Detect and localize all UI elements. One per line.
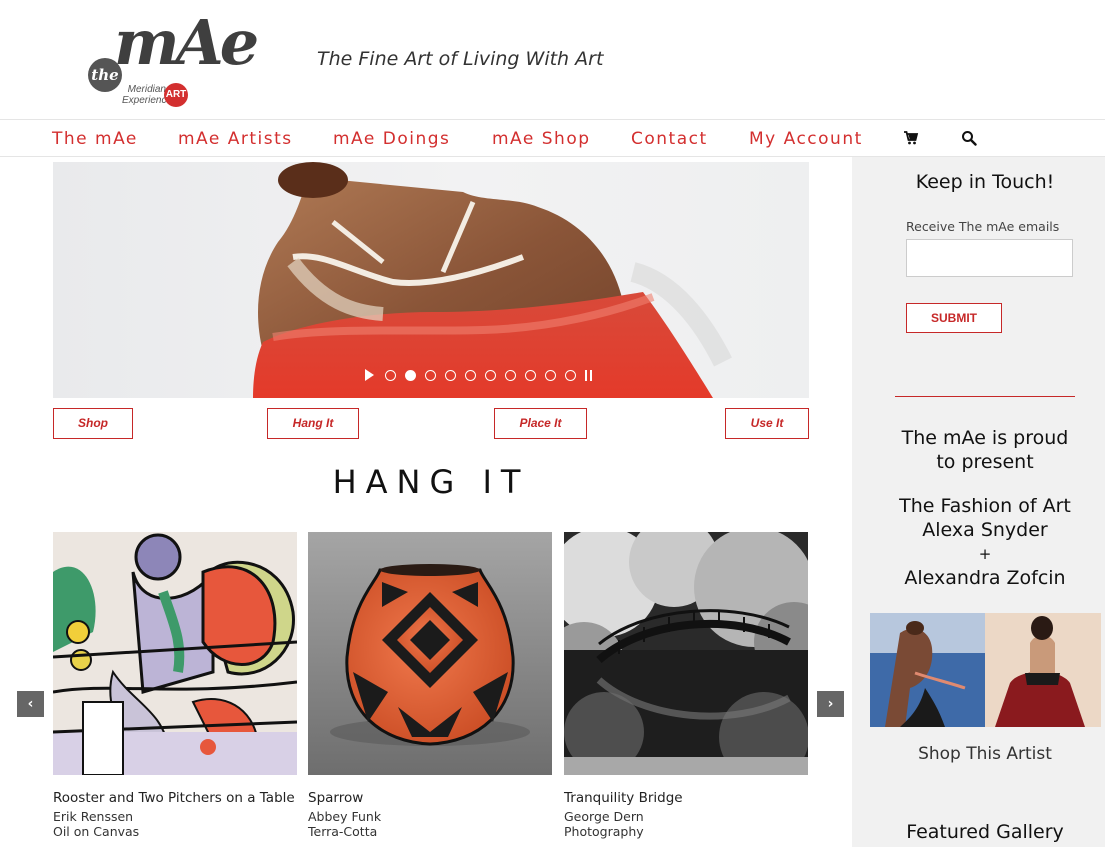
artwork-image[interactable] (564, 532, 808, 775)
logo-mae: mAe (114, 6, 259, 79)
cart-icon[interactable] (903, 130, 919, 146)
sidebar: Keep in Touch! Receive The mAe emails SU… (852, 157, 1105, 847)
hang-it-button[interactable]: Hang It (267, 408, 359, 439)
promo-title: The Fashion of Art (899, 495, 1071, 517)
logo-subtitle: Meridian Experience (122, 84, 172, 106)
email-input[interactable] (906, 239, 1073, 277)
slider-dot[interactable] (565, 369, 576, 381)
promo-line1: The mAe is proud (901, 427, 1069, 449)
slider-dot[interactable] (545, 369, 556, 381)
logo-art-badge: ART (164, 83, 188, 107)
slider-dot[interactable] (385, 369, 396, 381)
place-it-button[interactable]: Place It (494, 408, 587, 439)
promo-artist1: Alexa Snyder (922, 519, 1048, 541)
shop-button[interactable]: Shop (53, 408, 133, 439)
slider-dot[interactable] (465, 369, 476, 381)
artwork-artist: Abbey Funk (308, 809, 382, 824)
nav-item-contact[interactable]: Contact (631, 129, 708, 149)
slider-dot[interactable] (425, 369, 436, 381)
keep-in-touch-heading: Keep in Touch! (915, 171, 1055, 193)
artwork-image[interactable] (308, 532, 552, 775)
submit-button[interactable]: SUBMIT (906, 303, 1002, 333)
artwork-artist: George Dern (564, 809, 644, 824)
artwork-title[interactable]: Sparrow (308, 790, 552, 806)
slider-dot-active[interactable] (405, 369, 416, 381)
hero-painting (253, 162, 732, 398)
shop-this-artist-link[interactable]: Shop This Artist (852, 744, 1105, 764)
slider-dot[interactable] (525, 369, 536, 381)
play-icon[interactable] (365, 369, 374, 381)
artwork-medium: Photography (564, 824, 644, 839)
slider-dot[interactable] (485, 369, 496, 381)
artwork-title[interactable]: Tranquility Bridge (564, 790, 808, 806)
nav-item-mae-doings[interactable]: mAe Doings (333, 129, 450, 149)
featured-gallery-heading: Featured Gallery (906, 821, 1064, 843)
artwork-card[interactable]: Tranquility Bridge George Dern Photograp… (564, 532, 808, 839)
site-logo[interactable]: the mAe Meridian Experience ART (84, 6, 259, 112)
bridge-photo (564, 532, 808, 775)
pottery-photo (308, 532, 552, 775)
artwork-artist: Erik Renssen (53, 809, 134, 824)
promo-line2: to present (936, 451, 1034, 473)
artwork-card[interactable]: Sparrow Abbey Funk Terra-Cotta (308, 532, 552, 839)
fashion-art-images (870, 613, 1101, 727)
artwork-title[interactable]: Rooster and Two Pitchers on a Table (53, 790, 297, 806)
section-title: HANG IT (332, 463, 530, 501)
featured-artist-image[interactable] (870, 613, 1101, 727)
nav-item-the-mae[interactable]: The mAe (52, 129, 138, 149)
slider-dot[interactable] (505, 369, 516, 381)
site-tagline: The Fine Art of Living With Art (317, 48, 604, 70)
nav-item-mae-artists[interactable]: mAe Artists (178, 129, 293, 149)
nav-item-my-account[interactable]: My Account (749, 129, 863, 149)
artwork-image[interactable] (53, 532, 297, 775)
main-nav: The mAe mAe Artists mAe Doings mAe Shop … (0, 119, 1105, 157)
carousel-prev-button[interactable]: ‹ (17, 691, 44, 717)
nav-item-mae-shop[interactable]: mAe Shop (492, 129, 591, 149)
artwork-medium: Oil on Canvas (53, 824, 140, 839)
use-it-button[interactable]: Use It (725, 408, 809, 439)
carousel-next-button[interactable]: › (817, 691, 844, 717)
email-label: Receive The mAe emails (906, 219, 1060, 234)
divider (895, 396, 1075, 397)
slider-dot[interactable] (445, 369, 456, 381)
logo-meridian: Meridian (127, 84, 166, 95)
slider-pagination (365, 369, 592, 381)
rooster-painting (53, 532, 297, 775)
promo-artist2: Alexandra Zofcin (904, 567, 1066, 589)
site-header: the mAe Meridian Experience ART The Fine… (0, 0, 1105, 119)
artwork-card[interactable]: Rooster and Two Pitchers on a Table Erik… (53, 532, 297, 839)
artwork-medium: Terra-Cotta (308, 824, 378, 839)
hero-slider[interactable] (53, 162, 809, 398)
pause-icon[interactable] (585, 369, 592, 381)
promo-plus: + (978, 545, 992, 563)
search-icon[interactable] (961, 130, 977, 146)
